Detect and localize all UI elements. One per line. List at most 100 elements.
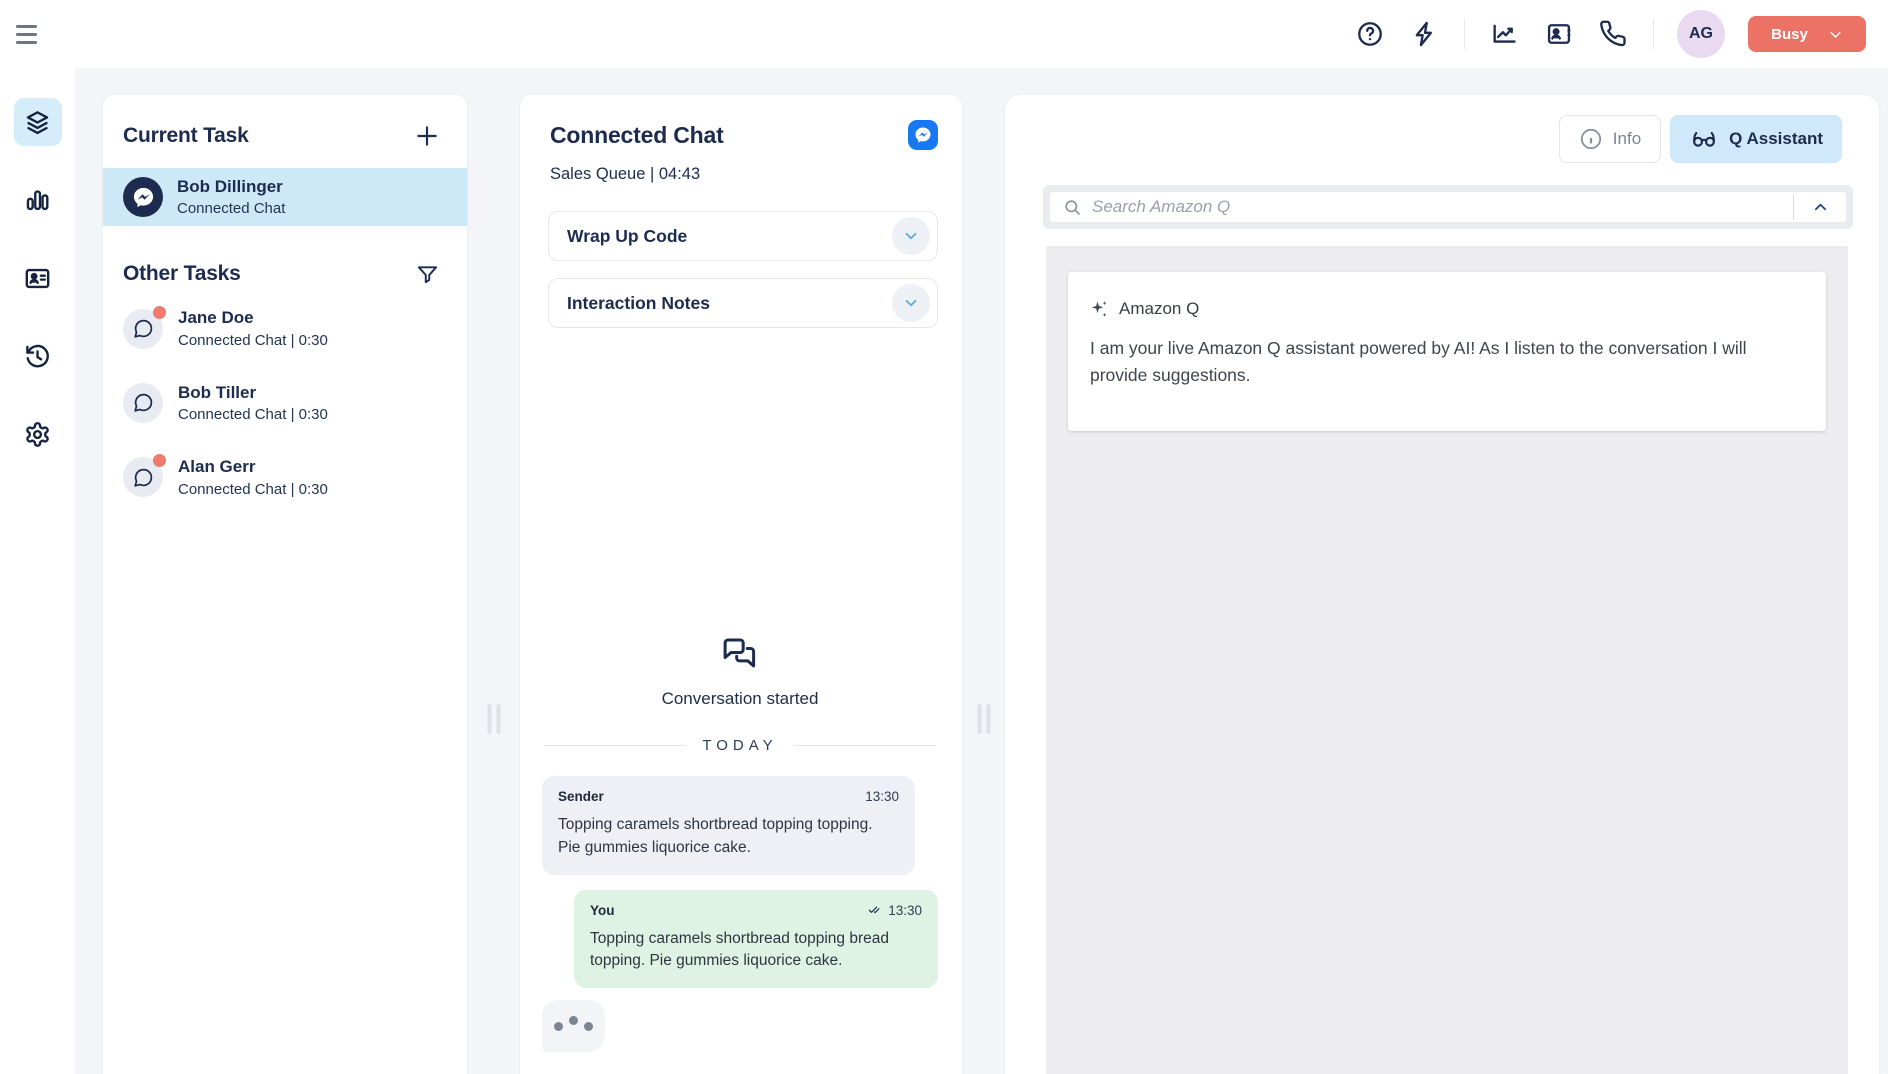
task-row[interactable]: Bob Tiller Connected Chat | 0:30 [103, 383, 467, 423]
tab-q-assistant[interactable]: Q Assistant [1670, 115, 1842, 163]
panel-resizer[interactable] [467, 68, 520, 1074]
chevron-down-icon[interactable] [892, 217, 930, 255]
current-task-header: Current Task [103, 95, 467, 168]
tab-label: Info [1613, 129, 1641, 149]
accordion-label: Wrap Up Code [567, 226, 687, 247]
task-name: Jane Doe [178, 308, 328, 328]
chat-bubbles-icon [719, 636, 761, 674]
nav-rail [0, 68, 75, 1074]
agent-directory-icon[interactable] [1543, 18, 1575, 50]
task-row[interactable]: Jane Doe Connected Chat | 0:30 [103, 308, 467, 348]
resize-handle-icon[interactable] [977, 704, 990, 734]
task-row-text: Bob Tiller Connected Chat | 0:30 [178, 383, 328, 423]
assistant-panel: Info Q Assistant [1005, 95, 1879, 1074]
chevron-down-icon [1828, 27, 1843, 42]
queue-timer: Sales Queue | 04:43 [550, 165, 938, 184]
task-subtitle: Connected Chat | 0:30 [178, 406, 328, 423]
funnel-icon [416, 263, 439, 286]
amazon-q-welcome-card: Amazon Q I am your live Amazon Q assista… [1068, 272, 1826, 431]
assistant-tabs: Info Q Assistant [1005, 95, 1879, 163]
info-icon [1579, 127, 1603, 151]
task-name: Bob Tiller [178, 383, 328, 403]
task-row-text: Alan Gerr Connected Chat | 0:30 [178, 457, 328, 497]
unread-dot [153, 454, 166, 467]
top-bar-divider [1464, 19, 1465, 49]
chat-panel: Connected Chat Sales Queue | 04:43 Wrap … [520, 95, 962, 1074]
sidebar-item-metrics[interactable] [14, 176, 62, 224]
chevron-up-icon [1812, 199, 1829, 216]
sidebar-item-contacts[interactable] [14, 254, 62, 302]
sidebar-item-settings[interactable] [14, 410, 62, 458]
task-name: Alan Gerr [178, 457, 328, 477]
task-row-text: Jane Doe Connected Chat | 0:30 [178, 308, 328, 348]
wrap-up-code-accordion[interactable]: Wrap Up Code [548, 211, 938, 261]
chat-message-incoming: Sender 13:30 Topping caramels shortbread… [542, 776, 915, 874]
tab-label: Q Assistant [1729, 129, 1823, 149]
messenger-avatar-icon [123, 177, 163, 217]
phone-icon[interactable] [1598, 18, 1630, 50]
bar-chart-icon [24, 187, 51, 214]
top-bar-actions: AG Busy [1354, 10, 1866, 58]
agent-status-dropdown[interactable]: Busy [1748, 16, 1866, 52]
messenger-channel-icon [908, 120, 938, 150]
chat-header: Connected Chat Sales Queue | 04:43 [520, 95, 962, 184]
top-bar-divider [1653, 19, 1654, 49]
message-time: 13:30 [866, 903, 922, 918]
task-row-text: Bob Dillinger Connected Chat [177, 177, 285, 217]
task-row[interactable]: Alan Gerr Connected Chat | 0:30 [103, 457, 467, 497]
hamburger-menu-icon[interactable] [16, 17, 50, 51]
glasses-icon [1689, 126, 1719, 152]
sparkle-icon [1090, 298, 1110, 320]
top-bar: AG Busy [0, 0, 1888, 68]
panel-resizer[interactable] [962, 68, 1005, 1074]
day-divider-label: TODAY [702, 737, 777, 754]
search-input[interactable] [1082, 197, 1793, 217]
interaction-notes-accordion[interactable]: Interaction Notes [548, 278, 938, 328]
filter-tasks-button[interactable] [411, 258, 443, 290]
metrics-icon[interactable] [1488, 18, 1520, 50]
message-time: 13:30 [865, 789, 899, 804]
chat-avatar-icon [123, 383, 163, 423]
q-search-bar [1043, 185, 1853, 229]
q-card-title: Amazon Q [1119, 299, 1199, 319]
q-suggestions-area: Amazon Q I am your live Amazon Q assista… [1046, 246, 1848, 1074]
chat-avatar-icon [123, 309, 163, 349]
task-subtitle: Connected Chat | 0:30 [178, 481, 328, 498]
chat-title: Connected Chat [550, 122, 724, 149]
chat-avatar-icon [123, 457, 163, 497]
message-sender: Sender [558, 789, 604, 804]
task-list-panel: Current Task Bob Dillinger Connected Cha… [103, 95, 467, 1074]
quick-actions-icon[interactable] [1409, 18, 1441, 50]
tab-info[interactable]: Info [1559, 115, 1661, 163]
gear-icon [24, 421, 51, 448]
message-sender: You [590, 903, 615, 918]
other-tasks-title: Other Tasks [123, 262, 241, 286]
task-subtitle: Connected Chat | 0:30 [178, 332, 328, 349]
task-row-current[interactable]: Bob Dillinger Connected Chat [103, 168, 467, 226]
contact-card-icon [24, 265, 51, 292]
chat-message-outgoing: You 13:30 Topping caramels shortbread to… [574, 890, 938, 988]
sidebar-item-tasks[interactable] [14, 98, 62, 146]
task-subtitle: Connected Chat [177, 200, 285, 217]
conversation-status-text: Conversation started [662, 689, 819, 709]
task-name: Bob Dillinger [177, 177, 285, 197]
help-icon[interactable] [1354, 18, 1386, 50]
collapse-search-button[interactable] [1794, 199, 1846, 216]
other-tasks-header: Other Tasks [103, 226, 467, 308]
double-check-icon [866, 903, 882, 917]
current-task-title: Current Task [123, 124, 249, 148]
agent-workspace: AG Busy [0, 0, 1888, 1074]
message-text: Topping caramels shortbread topping brea… [590, 928, 922, 972]
avatar[interactable]: AG [1677, 10, 1725, 58]
plus-icon [414, 123, 440, 149]
chevron-down-icon[interactable] [892, 284, 930, 322]
resize-handle-icon[interactable] [487, 704, 500, 734]
conversation-area: Conversation started TODAY Sender 13:30 … [520, 636, 962, 1074]
day-divider: TODAY [544, 737, 936, 754]
typing-indicator [542, 1000, 605, 1052]
sidebar-item-history[interactable] [14, 332, 62, 380]
add-task-button[interactable] [411, 120, 443, 152]
search-icon [1063, 198, 1082, 217]
history-icon [24, 343, 51, 370]
conversation-status: Conversation started [662, 636, 819, 709]
